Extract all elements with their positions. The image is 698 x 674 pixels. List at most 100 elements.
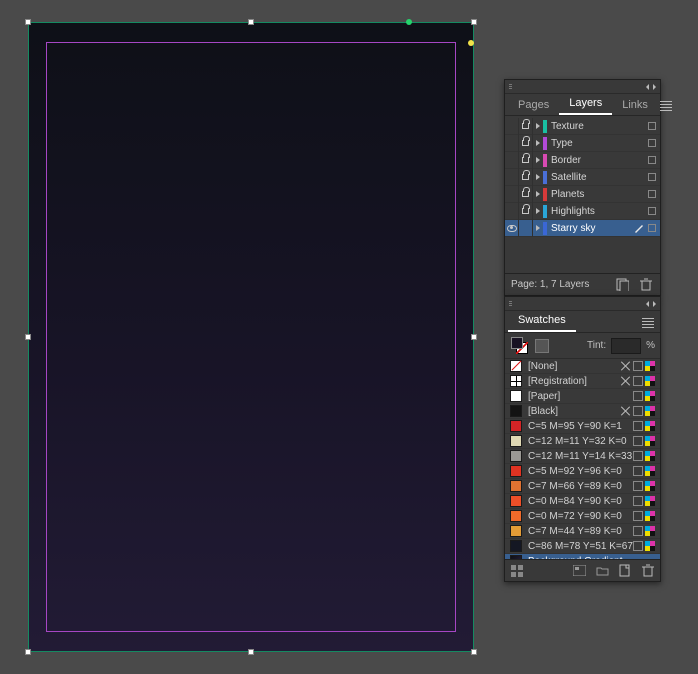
disclosure-toggle[interactable] [533, 140, 543, 146]
swatch-row[interactable]: [Paper] [505, 389, 660, 404]
disclosure-toggle[interactable] [533, 174, 543, 180]
tab-layers[interactable]: Layers [559, 94, 612, 115]
tint-input[interactable] [611, 338, 641, 354]
selection-handle-bottom-right[interactable] [471, 649, 477, 655]
swatches-tint-row: Tint: % [505, 333, 660, 359]
swatch-row[interactable]: C=0 M=84 Y=90 K=0 [505, 494, 660, 509]
swatch-name-label: [None] [528, 361, 621, 372]
swatch-row[interactable]: C=12 M=11 Y=14 K=33 [505, 449, 660, 464]
selection-handle-middle-right[interactable] [471, 334, 477, 340]
lock-toggle[interactable] [519, 203, 533, 220]
selection-proxy[interactable] [648, 224, 656, 232]
lock-toggle[interactable] [519, 220, 533, 237]
show-options-button[interactable] [573, 565, 586, 576]
tint-label: Tint: [587, 340, 606, 351]
panel-collapse-button[interactable] [645, 298, 657, 310]
tab-links[interactable]: Links [612, 96, 658, 115]
swatch-row[interactable]: C=5 M=92 Y=96 K=0 [505, 464, 660, 479]
new-layer-button[interactable] [614, 277, 630, 293]
disclosure-toggle[interactable] [533, 225, 543, 231]
swatch-row[interactable]: [None] [505, 359, 660, 374]
cmyk-mode-icon [645, 376, 655, 386]
content-grabber-indicator[interactable] [468, 40, 474, 46]
triangle-right-icon [536, 225, 540, 231]
swatch-meta-icons [633, 436, 655, 446]
selection-proxy[interactable] [648, 122, 656, 130]
swatch-row[interactable]: Background Gradient [505, 554, 660, 559]
visibility-toggle[interactable] [505, 118, 519, 135]
lock-toggle[interactable] [519, 118, 533, 135]
selection-proxy[interactable] [648, 156, 656, 164]
visibility-toggle[interactable] [505, 186, 519, 203]
color-type-icon [633, 451, 643, 461]
new-color-group-button[interactable] [596, 565, 609, 576]
swatch-row[interactable]: C=86 M=78 Y=51 K=67 [505, 539, 660, 554]
swatch-meta-icons [633, 451, 655, 461]
layer-row[interactable]: Type [505, 135, 660, 152]
layer-row[interactable]: Border [505, 152, 660, 169]
swatch-row[interactable]: C=7 M=66 Y=89 K=0 [505, 479, 660, 494]
disclosure-toggle[interactable] [533, 208, 543, 214]
tab-swatches[interactable]: Swatches [508, 311, 576, 332]
layer-row[interactable]: Satellite [505, 169, 660, 186]
swatch-row[interactable]: C=5 M=95 Y=90 K=1 [505, 419, 660, 434]
formatting-target-toggle[interactable] [535, 339, 549, 353]
panel-drag-header[interactable] [505, 80, 660, 94]
panel-drag-header[interactable] [505, 297, 660, 311]
disclosure-toggle[interactable] [533, 157, 543, 163]
reference-point-indicator[interactable] [406, 19, 412, 25]
disclosure-toggle[interactable] [533, 123, 543, 129]
layer-name-label: Type [551, 138, 648, 149]
layer-row[interactable]: Highlights [505, 203, 660, 220]
layer-row[interactable]: Planets [505, 186, 660, 203]
selection-handle-bottom-middle[interactable] [248, 649, 254, 655]
selection-proxy[interactable] [648, 139, 656, 147]
tab-pages[interactable]: Pages [508, 96, 559, 115]
swatch-chip-gradient [510, 555, 522, 559]
swatch-meta-icons [621, 376, 655, 386]
swatch-view-toggle[interactable] [511, 565, 525, 577]
lock-toggle[interactable] [519, 169, 533, 186]
selection-handle-top-middle[interactable] [248, 19, 254, 25]
color-type-icon [633, 481, 643, 491]
visibility-toggle[interactable] [505, 203, 519, 220]
selection-handle-top-left[interactable] [25, 19, 31, 25]
panel-collapse-button[interactable] [645, 81, 657, 93]
delete-layer-button[interactable] [638, 277, 654, 293]
eye-icon [507, 225, 517, 232]
swatch-row[interactable]: C=12 M=11 Y=32 K=0 [505, 434, 660, 449]
swatch-row[interactable]: [Registration] [505, 374, 660, 389]
swatch-row[interactable]: [Black] [505, 404, 660, 419]
selection-proxy[interactable] [648, 173, 656, 181]
trash-icon [640, 278, 652, 291]
cmyk-mode-icon [645, 361, 655, 371]
tint-percent-label: % [646, 340, 655, 351]
visibility-toggle[interactable] [505, 169, 519, 186]
selection-proxy[interactable] [648, 190, 656, 198]
selection-handle-top-right[interactable] [471, 19, 477, 25]
visibility-toggle[interactable] [505, 152, 519, 169]
triangle-right-icon [536, 123, 540, 129]
layer-row[interactable]: Texture [505, 118, 660, 135]
selection-proxy[interactable] [648, 207, 656, 215]
new-swatch-button[interactable] [619, 564, 632, 577]
panel-menu-button[interactable] [658, 97, 674, 115]
swatch-row[interactable]: C=7 M=44 Y=89 K=0 [505, 524, 660, 539]
lock-toggle[interactable] [519, 135, 533, 152]
visibility-toggle[interactable] [505, 135, 519, 152]
document-canvas[interactable] [28, 22, 474, 652]
disclosure-toggle[interactable] [533, 191, 543, 197]
panel-menu-button[interactable] [640, 314, 656, 332]
lock-toggle[interactable] [519, 186, 533, 203]
swatch-row[interactable]: C=0 M=72 Y=90 K=0 [505, 509, 660, 524]
swatch-meta-icons [633, 481, 655, 491]
fill-stroke-toggle[interactable] [510, 336, 530, 356]
delete-swatch-button[interactable] [642, 564, 654, 577]
visibility-toggle[interactable] [505, 220, 519, 237]
layer-row[interactable]: Starry sky [505, 220, 660, 237]
color-type-icon [633, 421, 643, 431]
selection-handle-middle-left[interactable] [25, 334, 31, 340]
layer-name-label: Highlights [551, 206, 648, 217]
selection-handle-bottom-left[interactable] [25, 649, 31, 655]
lock-toggle[interactable] [519, 152, 533, 169]
